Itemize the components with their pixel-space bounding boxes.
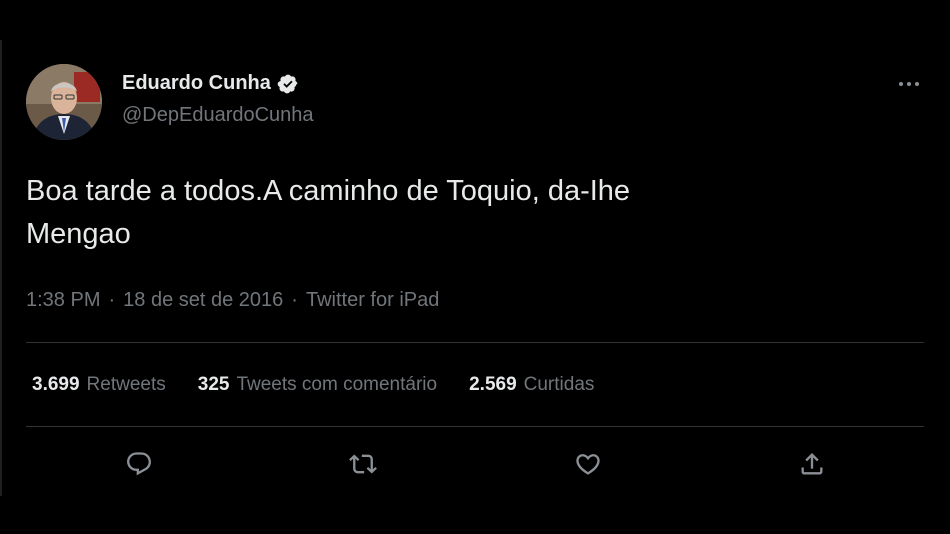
retweets-label: Retweets (86, 373, 166, 395)
retweets-stat[interactable]: 3.699 Retweets (32, 374, 166, 396)
tweet-text: Boa tarde a todos.A caminho de Toquio, d… (26, 170, 886, 256)
user-handle[interactable]: @DepEduardoCunha (122, 104, 314, 127)
verified-badge-icon (277, 73, 299, 95)
quote-tweets-stat[interactable]: 325 Tweets com comentário (198, 374, 437, 396)
heart-icon[interactable] (573, 449, 603, 479)
avatar[interactable] (26, 64, 102, 140)
more-options-icon[interactable] (894, 74, 924, 94)
share-icon[interactable] (797, 449, 827, 479)
retweets-count: 3.699 (32, 373, 80, 395)
tweet-stats: 3.699 Retweets 325 Tweets com comentário… (26, 343, 924, 426)
tweet-meta: 1:38 PM · 18 de set de 2016 · Twitter fo… (26, 289, 924, 312)
likes-stat[interactable]: 2.569 Curtidas (469, 374, 594, 396)
tweet-text-line-1: Boa tarde a todos.A caminho de Toquio, d… (26, 175, 631, 207)
reply-icon[interactable] (124, 449, 154, 479)
tweet-card: Eduardo Cunha @DepEduardoCunha Boa tarde… (26, 60, 924, 503)
tweet-time[interactable]: 1:38 PM (26, 289, 100, 312)
meta-separator: · (291, 289, 298, 311)
tweet-source[interactable]: Twitter for iPad (306, 289, 439, 312)
likes-count: 2.569 (469, 373, 517, 395)
display-name[interactable]: Eduardo Cunha (122, 72, 271, 95)
name-row: Eduardo Cunha (122, 72, 299, 95)
meta-separator: · (108, 289, 116, 311)
screenshot-frame: Eduardo Cunha @DepEduardoCunha Boa tarde… (0, 0, 950, 534)
tweet-actions (26, 427, 924, 503)
tweet-header: Eduardo Cunha @DepEduardoCunha (26, 60, 924, 142)
tweet-date[interactable]: 18 de set de 2016 (123, 289, 283, 312)
likes-label: Curtidas (523, 373, 595, 395)
left-border (0, 40, 2, 496)
retweet-icon[interactable] (348, 449, 378, 479)
tweet-text-line-2: Mengao (26, 218, 131, 250)
quote-tweets-count: 325 (197, 373, 230, 395)
quote-tweets-label: Tweets com comentário (236, 373, 438, 395)
